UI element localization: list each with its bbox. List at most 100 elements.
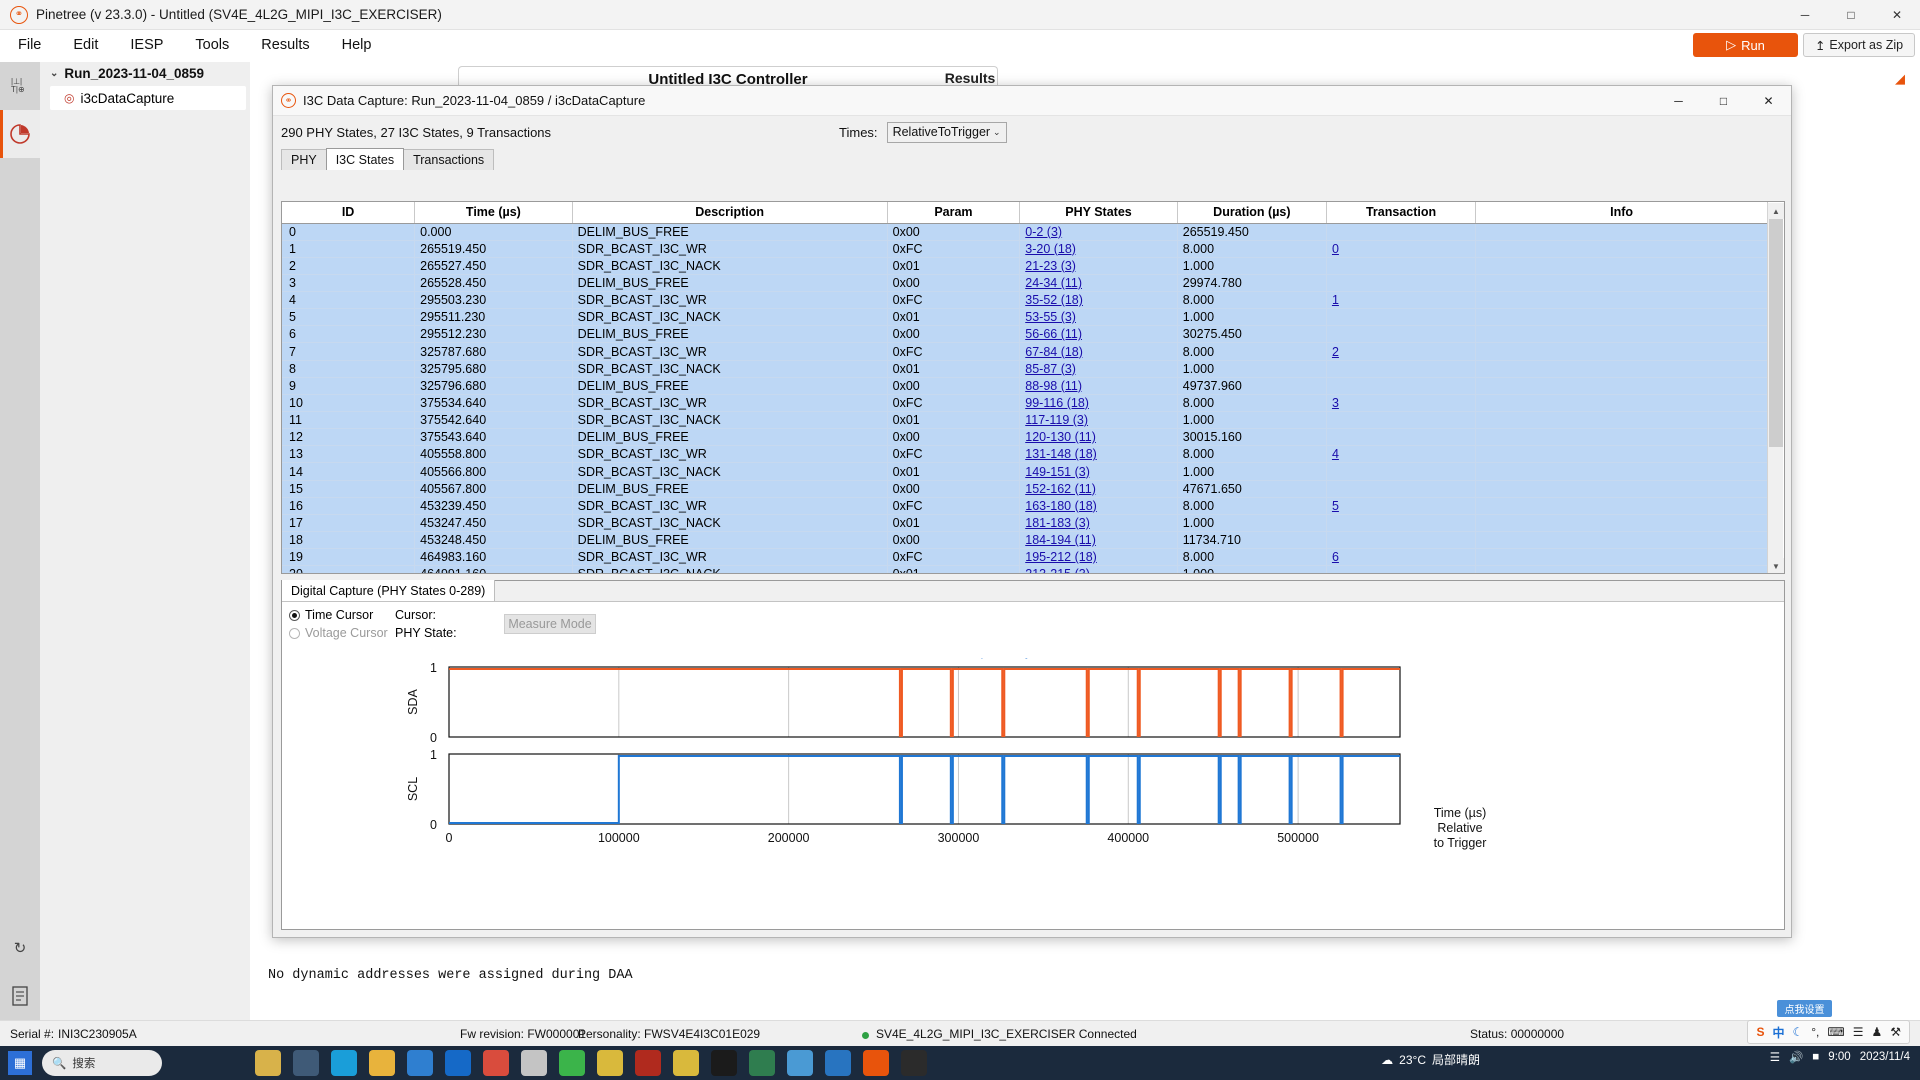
col-duration[interactable]: Duration (µs) — [1177, 202, 1327, 224]
tab-digital-capture[interactable]: Digital Capture (PHY States 0-289) — [282, 580, 496, 601]
cell-tr[interactable] — [1326, 514, 1477, 533]
ime-tools-icon[interactable]: ⚒ — [1890, 1025, 1901, 1039]
cell-phy[interactable]: 152-162 (11) — [1019, 480, 1178, 498]
cell-phy[interactable]: 117-119 (3) — [1019, 411, 1178, 430]
table-row[interactable]: 18 453248.450 DELIM_BUS_FREE 0x00 184-194 (1… — [282, 531, 1768, 550]
table-row[interactable]: 11 375542.640 SDR_BCAST_I3C_NACK 0x01 117-11… — [282, 411, 1768, 430]
table-row[interactable]: 0 0.000 DELIM_BUS_FREE 0x00 0-2 (3) 265519.45… — [282, 223, 1768, 241]
cell-tr[interactable]: 4 — [1326, 445, 1477, 464]
app-icon-edge[interactable] — [331, 1050, 357, 1076]
cell-tr[interactable] — [1326, 274, 1477, 293]
minimize-icon[interactable]: ─ — [1782, 0, 1828, 30]
table-row[interactable]: 12 375543.640 DELIM_BUS_FREE 0x00 120-130 (1… — [282, 428, 1768, 447]
app-icon-store[interactable] — [407, 1050, 433, 1076]
digital-capture-chart[interactable]: 1 0 SDA 1 0 SCL 0 100000 200000 300000 400000 50000… — [282, 659, 1784, 927]
tree-item-i3cdatacapture[interactable]: ◎ i3cDataCapture — [50, 86, 246, 110]
app-icon-notes[interactable] — [521, 1050, 547, 1076]
app-icon-anaconda[interactable] — [749, 1050, 775, 1076]
col-phy-states[interactable]: PHY States — [1019, 202, 1178, 224]
table-row[interactable]: 3 265528.450 DELIM_BUS_FREE 0x00 24-34 (11) 2… — [282, 274, 1768, 293]
ime-chinese-icon[interactable]: 中 — [1772, 1024, 1784, 1041]
cell-phy[interactable]: 85-87 (3) — [1019, 360, 1178, 378]
cell-tr[interactable] — [1326, 411, 1477, 430]
windows-start-icon[interactable]: ▦ — [8, 1051, 32, 1075]
col-description[interactable]: Description — [572, 202, 888, 224]
cell-tr[interactable] — [1326, 308, 1477, 327]
cell-phy[interactable]: 35-52 (18) — [1019, 291, 1178, 310]
cell-tr[interactable]: 0 — [1326, 240, 1477, 258]
resize-grip-icon[interactable]: ◢ — [1895, 71, 1911, 87]
tab-transactions[interactable]: Transactions — [403, 149, 495, 170]
cell-phy[interactable]: 21-23 (3) — [1019, 257, 1178, 275]
col-info[interactable]: Info — [1475, 202, 1768, 224]
cell-phy[interactable]: 99-116 (18) — [1019, 394, 1178, 413]
table-row[interactable]: 8 325795.680 SDR_BCAST_I3C_NACK 0x01 85-87 (… — [282, 360, 1768, 378]
dialog-minimize-icon[interactable]: ─ — [1656, 86, 1701, 116]
table-row[interactable]: 20464991.160SDR_BCAST_I3C_NACK0x01213-21… — [282, 565, 1768, 573]
cell-tr[interactable] — [1326, 257, 1477, 275]
app-icon-pharaoh[interactable] — [255, 1050, 281, 1076]
app-icon-terminal[interactable] — [901, 1050, 927, 1076]
cell-tr[interactable] — [1326, 531, 1477, 550]
cell-phy[interactable]: 213-215 (3) — [1019, 565, 1178, 573]
col-transaction[interactable]: Transaction — [1326, 202, 1477, 224]
ime-keyboard-icon[interactable]: ⌨ — [1827, 1025, 1844, 1039]
cell-tr[interactable] — [1326, 325, 1477, 344]
app-icon-sdk[interactable] — [711, 1050, 737, 1076]
ime-skin-icon[interactable]: ♟ — [1871, 1025, 1882, 1039]
ime-punct-icon[interactable]: °, — [1811, 1025, 1819, 1039]
time-cursor-radio[interactable]: Time Cursor — [289, 608, 373, 622]
cell-phy[interactable]: 120-130 (11) — [1019, 428, 1178, 447]
scrollbar-thumb[interactable] — [1769, 219, 1783, 447]
app-icon-mail[interactable] — [445, 1050, 471, 1076]
export-as-zip-button[interactable]: ↥ Export as Zip — [1803, 33, 1915, 57]
cell-tr[interactable] — [1326, 462, 1477, 481]
ime-moon-icon[interactable]: ☾ — [1792, 1025, 1803, 1039]
scroll-down-icon[interactable]: ▼ — [1768, 558, 1784, 573]
cell-tr[interactable]: 6 — [1326, 548, 1477, 567]
cell-phy[interactable]: 67-84 (18) — [1019, 342, 1178, 361]
app-icon-pinetree[interactable] — [863, 1050, 889, 1076]
app-icon-wechat[interactable] — [559, 1050, 585, 1076]
taskbar-weather[interactable]: ☁ 23°C 局部晴朗 — [1381, 1051, 1480, 1068]
cell-phy[interactable]: 184-194 (11) — [1019, 531, 1178, 550]
table-row[interactable]: 7 325787.680 SDR_BCAST_I3C_WR 0xFC 67-84 (18… — [282, 342, 1768, 361]
cell-phy[interactable]: 195-212 (18) — [1019, 548, 1178, 567]
col-time[interactable]: Time (µs) — [414, 202, 573, 224]
scroll-up-icon[interactable]: ▲ — [1768, 203, 1784, 219]
cell-tr[interactable] — [1326, 565, 1477, 573]
col-param[interactable]: Param — [887, 202, 1021, 224]
app-icon-explorer[interactable] — [369, 1050, 395, 1076]
table-row[interactable]: 16 453239.450 SDR_BCAST_I3C_WR 0xFC 163-180 … — [282, 497, 1768, 515]
taskbar-search-input[interactable]: 🔍 搜索 — [42, 1050, 162, 1076]
clock-time[interactable]: 9:00 — [1828, 1051, 1850, 1063]
voltage-cursor-radio[interactable]: Voltage Cursor — [289, 626, 388, 640]
menu-tools[interactable]: Tools — [181, 34, 243, 56]
tab-phy[interactable]: PHY — [281, 149, 327, 170]
cell-tr[interactable] — [1326, 428, 1477, 447]
ime-sogou-icon[interactable]: S — [1756, 1025, 1764, 1039]
menu-edit[interactable]: Edit — [59, 34, 112, 56]
table-row[interactable]: 17 453247.450 SDR_BCAST_I3C_NACK 0x01 181-18… — [282, 514, 1768, 533]
table-row[interactable]: 5 295511.230 SDR_BCAST_I3C_NACK 0x01 53-55 (… — [282, 308, 1768, 327]
cell-phy[interactable]: 3-20 (18) — [1019, 240, 1178, 258]
rail-item-report[interactable] — [0, 972, 40, 1020]
tree-root-run[interactable]: ⌄ Run_2023-11-04_0859 — [40, 62, 250, 84]
close-icon[interactable]: ✕ — [1874, 0, 1920, 30]
app-icon-python2[interactable] — [673, 1050, 699, 1076]
table-row[interactable]: 1 265519.450 SDR_BCAST_I3C_WR 0xFC 3-20 (18)… — [282, 240, 1768, 258]
rail-item-results[interactable] — [0, 110, 40, 158]
clock-date[interactable]: 2023/11/4 — [1860, 1051, 1910, 1063]
app-icon-python1[interactable] — [597, 1050, 623, 1076]
cell-phy[interactable]: 24-34 (11) — [1019, 274, 1178, 293]
times-select[interactable]: RelativeToTrigger ⌄ — [886, 121, 1007, 143]
app-icon-tool[interactable] — [787, 1050, 813, 1076]
table-row[interactable]: 10 375534.640 SDR_BCAST_I3C_WR 0xFC 99-116 (… — [282, 394, 1768, 413]
cell-phy[interactable]: 88-98 (11) — [1019, 377, 1178, 395]
table-row[interactable]: 19 464983.160 SDR_BCAST_I3C_WR 0xFC 195-212 … — [282, 548, 1768, 567]
app-icon-matlab[interactable] — [635, 1050, 661, 1076]
cell-tr[interactable]: 1 — [1326, 291, 1477, 310]
cell-tr[interactable]: 5 — [1326, 497, 1477, 515]
dialog-close-icon[interactable]: ✕ — [1746, 86, 1791, 116]
table-row[interactable]: 9 325796.680 DELIM_BUS_FREE 0x00 88-98 (11) 4… — [282, 377, 1768, 395]
